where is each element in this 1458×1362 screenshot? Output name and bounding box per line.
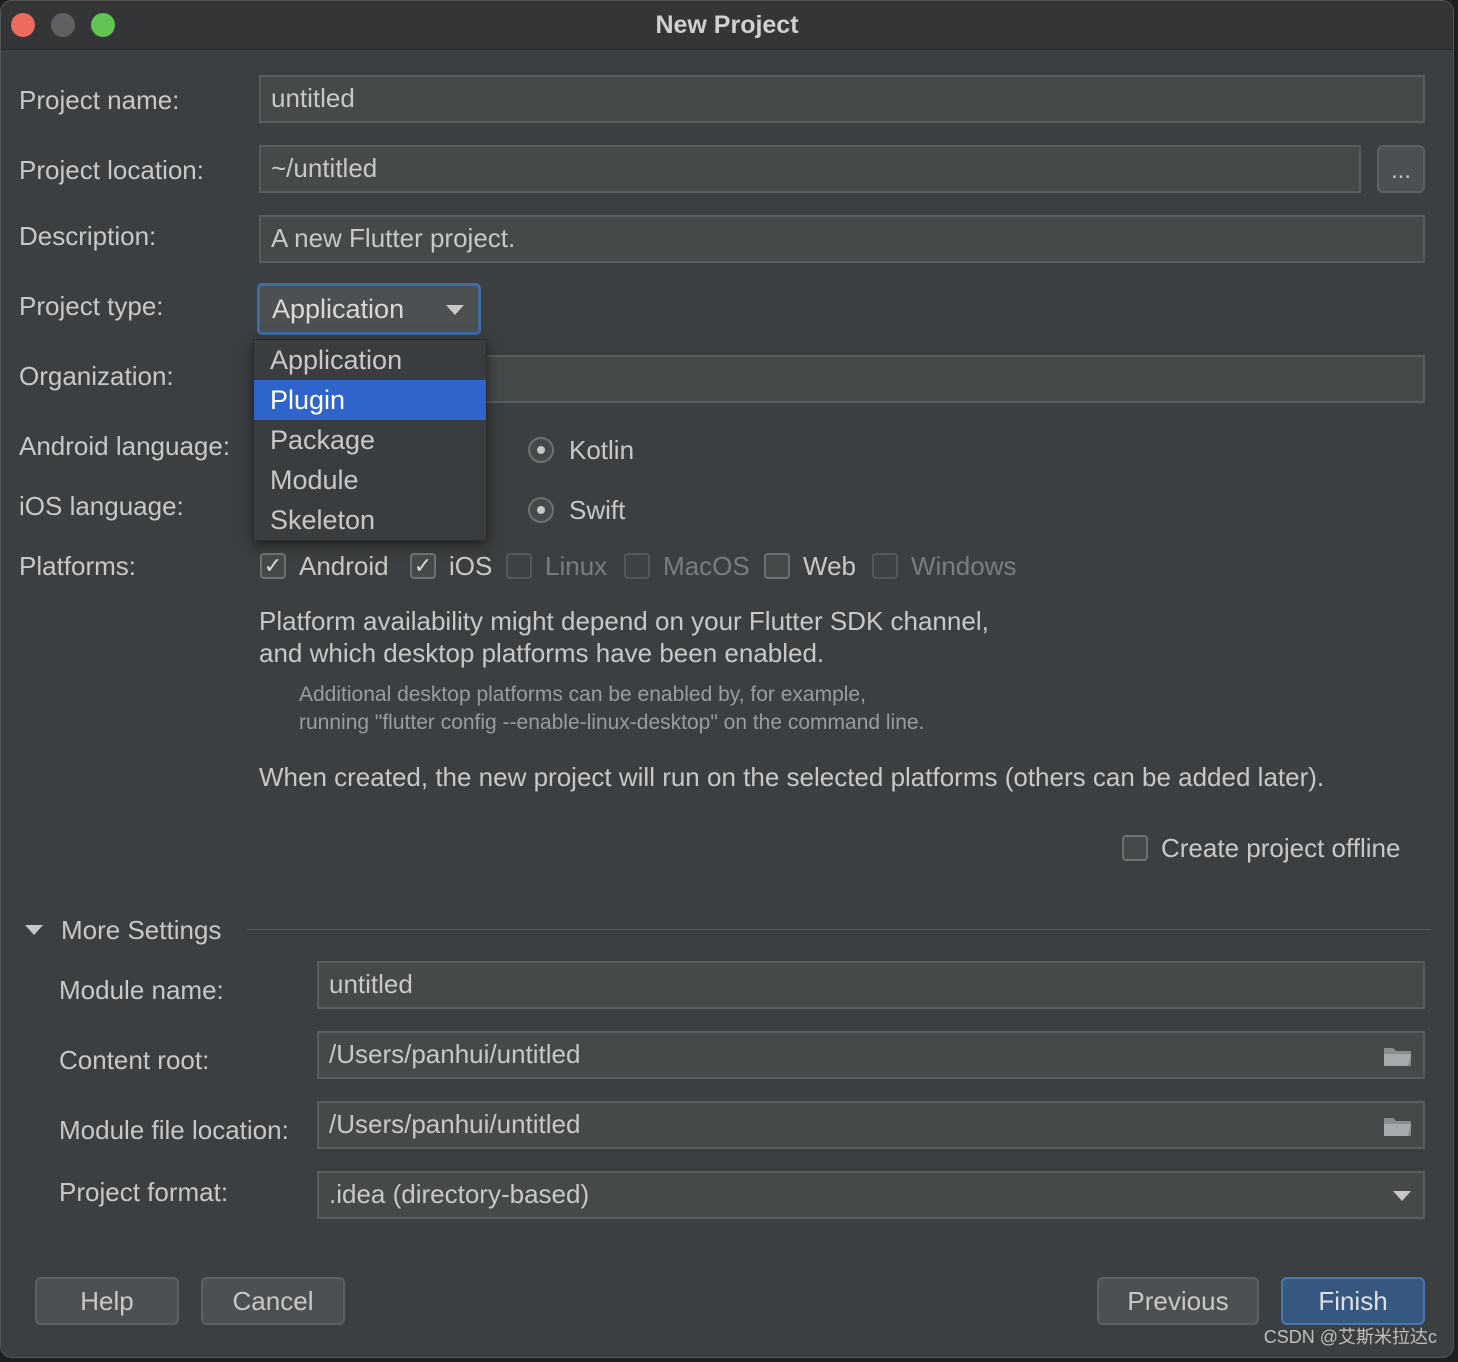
new-project-dialog: New Project Project name: untitled Proje…	[0, 0, 1454, 1358]
section-divider	[247, 929, 1431, 930]
content-root-value: /Users/panhui/untitled	[329, 1039, 581, 1069]
chevron-down-icon	[1393, 1191, 1411, 1201]
platform-ios-label: iOS	[449, 551, 493, 581]
platform-ios-checkbox[interactable]: ✓	[410, 553, 436, 579]
dropdown-option-package[interactable]: Package	[254, 420, 486, 460]
platform-macos-checkbox[interactable]	[624, 553, 650, 579]
platform-web-label: Web	[803, 551, 856, 581]
platform-linux-checkbox[interactable]	[506, 553, 532, 579]
dropdown-option-application[interactable]: Application	[254, 340, 486, 380]
content-root-label: Content root:	[59, 1045, 210, 1075]
check-icon: ✓	[413, 553, 433, 578]
kotlin-radio[interactable]	[528, 437, 554, 463]
platform-android-checkbox[interactable]: ✓	[260, 553, 286, 579]
platform-macos-label: MacOS	[663, 551, 750, 581]
project-location-label: Project location:	[19, 155, 204, 185]
watermark-text: CSDN @艾斯米拉达c	[1263, 1327, 1437, 1347]
project-name-label: Project name:	[19, 85, 180, 115]
content-root-input[interactable]: /Users/panhui/untitled	[317, 1031, 1425, 1079]
chevron-down-icon	[446, 305, 464, 315]
create-offline-checkbox[interactable]	[1122, 835, 1148, 861]
platform-linux-label: Linux	[545, 551, 608, 581]
platform-windows-label: Windows	[911, 551, 1017, 581]
title-bar: New Project	[1, 1, 1453, 50]
kotlin-radio-label: Kotlin	[569, 435, 635, 465]
dropdown-option-plugin[interactable]: Plugin	[254, 380, 486, 420]
platform-info-line-1: Platform availability might depend on yo…	[259, 606, 989, 636]
platform-web-checkbox[interactable]	[764, 553, 790, 579]
radio-selected-dot	[537, 446, 545, 454]
previous-button[interactable]: Previous	[1097, 1277, 1259, 1325]
project-name-input[interactable]: untitled	[259, 75, 1425, 123]
platform-info-line-2: and which desktop platforms have been en…	[259, 638, 825, 668]
swift-radio[interactable]	[528, 497, 554, 523]
project-location-input[interactable]: ~/untitled	[259, 145, 1361, 193]
module-name-input[interactable]: untitled	[317, 961, 1425, 1009]
finish-button[interactable]: Finish	[1281, 1277, 1425, 1325]
platforms-label: Platforms:	[19, 551, 137, 581]
module-file-location-input[interactable]: /Users/panhui/untitled	[317, 1101, 1425, 1149]
platform-android-label: Android	[299, 551, 389, 581]
swift-radio-label: Swift	[569, 495, 626, 525]
project-format-value: .idea (directory-based)	[329, 1179, 590, 1209]
platform-info-line-3: When created, the new project will run o…	[259, 762, 1325, 792]
window-title: New Project	[655, 11, 799, 39]
check-icon: ✓	[263, 553, 283, 578]
organization-label: Organization:	[19, 361, 174, 391]
project-type-combo[interactable]: Application	[257, 283, 481, 335]
folder-icon[interactable]	[1383, 1045, 1413, 1067]
platform-windows-checkbox[interactable]	[872, 553, 898, 579]
radio-selected-dot	[537, 506, 545, 514]
dropdown-option-skeleton[interactable]: Skeleton	[254, 500, 486, 540]
project-type-dropdown: Application Plugin Package Module Skelet…	[253, 339, 487, 541]
more-settings-header[interactable]: More Settings	[61, 915, 221, 946]
project-type-value: Application	[272, 294, 405, 324]
android-language-label: Android language:	[19, 431, 231, 461]
project-format-label: Project format:	[59, 1177, 229, 1207]
platform-hint-line-1: Additional desktop platforms can be enab…	[299, 683, 866, 706]
help-button[interactable]: Help	[35, 1277, 179, 1325]
ios-language-label: iOS language:	[19, 491, 184, 521]
project-format-select[interactable]: .idea (directory-based)	[317, 1171, 1425, 1219]
module-file-location-label: Module file location:	[59, 1115, 289, 1145]
description-label: Description:	[19, 221, 157, 251]
cancel-button[interactable]: Cancel	[201, 1277, 345, 1325]
description-input[interactable]: A new Flutter project.	[259, 215, 1425, 263]
browse-location-button[interactable]: ...	[1377, 145, 1425, 193]
collapse-triangle-icon[interactable]	[25, 925, 43, 935]
module-name-label: Module name:	[59, 975, 224, 1005]
folder-icon[interactable]	[1383, 1115, 1413, 1137]
project-type-label: Project type:	[19, 291, 164, 321]
module-file-location-value: /Users/panhui/untitled	[329, 1109, 581, 1139]
platform-hint-line-2: running "flutter config --enable-linux-d…	[299, 711, 925, 734]
dropdown-option-module[interactable]: Module	[254, 460, 486, 500]
create-offline-label: Create project offline	[1161, 833, 1401, 863]
